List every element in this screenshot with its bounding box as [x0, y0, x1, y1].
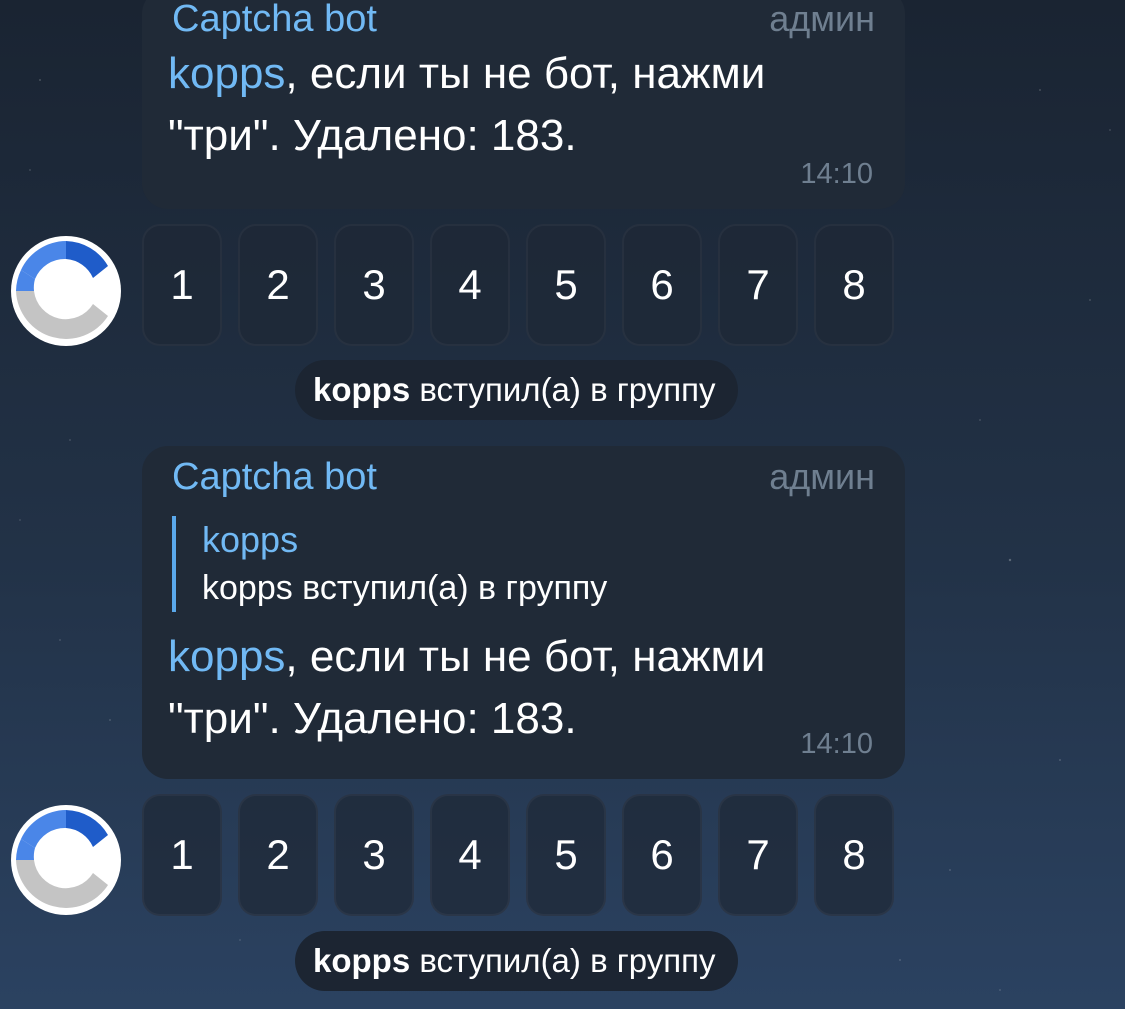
answer-button-7[interactable]: 7: [718, 794, 798, 916]
answer-button-6[interactable]: 6: [622, 794, 702, 916]
message-bubble: Captcha bot админ kopps, если ты не бот,…: [142, 0, 905, 209]
message-header: Captcha bot админ: [172, 454, 875, 500]
admin-badge: админ: [769, 456, 875, 497]
message-text: kopps, если ты не бот, нажми "три". Удал…: [168, 626, 875, 750]
admin-badge: админ: [769, 0, 875, 39]
answer-button-8[interactable]: 8: [814, 794, 894, 916]
message-header: Captcha bot админ: [172, 0, 875, 42]
service-message: kopps вступил(а) в группу: [295, 360, 738, 420]
user-mention[interactable]: kopps: [168, 632, 285, 681]
sender-name[interactable]: Captcha bot: [172, 0, 377, 42]
message-text-line2: "три". Удалено: 183.: [168, 111, 577, 160]
reply-text: kopps вступил(а) в группу: [202, 569, 608, 607]
reply-author: kopps: [202, 519, 299, 560]
service-message: kopps вступил(а) в группу: [295, 931, 738, 991]
answer-button-1[interactable]: 1: [142, 794, 222, 916]
answer-button-4[interactable]: 4: [430, 794, 510, 916]
message-text: kopps, если ты не бот, нажми "три". Удал…: [168, 43, 875, 167]
message-text-part: , если ты не бот, нажми: [285, 632, 766, 681]
message-time: 14:10: [800, 728, 873, 760]
message-text-part: , если ты не бот, нажми: [285, 49, 766, 98]
service-action: вступил(а) в группу: [419, 371, 716, 408]
answer-button-5[interactable]: 5: [526, 224, 606, 346]
service-user[interactable]: kopps: [313, 942, 410, 979]
answer-button-8[interactable]: 8: [814, 224, 894, 346]
inline-keyboard: 1 2 3 4 5 6 7 8: [142, 224, 894, 346]
captcha-bot-avatar-icon[interactable]: [9, 234, 123, 348]
user-mention[interactable]: kopps: [168, 49, 285, 98]
answer-button-5[interactable]: 5: [526, 794, 606, 916]
answer-button-4[interactable]: 4: [430, 224, 510, 346]
answer-button-1[interactable]: 1: [142, 224, 222, 346]
answer-button-2[interactable]: 2: [238, 794, 318, 916]
answer-button-3[interactable]: 3: [334, 794, 414, 916]
message-bubble: Captcha bot админ kopps kopps вступил(а)…: [142, 446, 905, 779]
answer-button-2[interactable]: 2: [238, 224, 318, 346]
captcha-bot-avatar-icon[interactable]: [9, 803, 123, 917]
service-user[interactable]: kopps: [313, 371, 410, 408]
answer-button-3[interactable]: 3: [334, 224, 414, 346]
message-time: 14:10: [800, 158, 873, 190]
answer-button-7[interactable]: 7: [718, 224, 798, 346]
service-action: вступил(а) в группу: [419, 942, 716, 979]
reply-quote[interactable]: kopps kopps вступил(а) в группу: [172, 516, 875, 612]
message-text-line2: "три". Удалено: 183.: [168, 694, 577, 743]
sender-name[interactable]: Captcha bot: [172, 454, 377, 500]
answer-button-6[interactable]: 6: [622, 224, 702, 346]
inline-keyboard: 1 2 3 4 5 6 7 8: [142, 794, 894, 916]
